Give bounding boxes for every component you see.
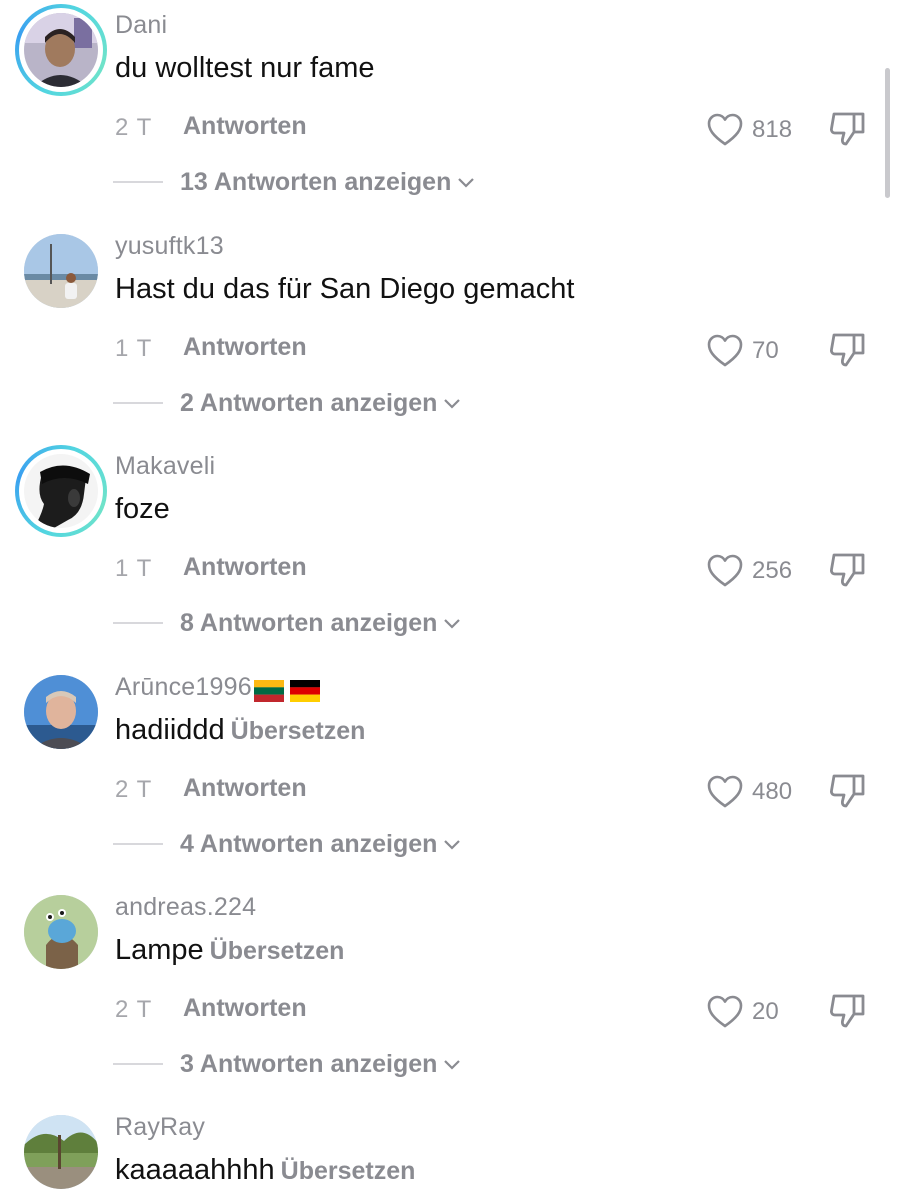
- comment-item: Dani du wolltest nur fame 2 T Antworten …: [0, 0, 898, 220]
- view-replies-label: 3 Antworten anzeigen: [180, 1049, 438, 1078]
- comment-username[interactable]: Arūnce1996: [115, 673, 326, 705]
- scrollbar[interactable]: [885, 68, 890, 198]
- view-replies-label: 8 Antworten anzeigen: [180, 608, 438, 637]
- comment-text: foze: [115, 493, 170, 525]
- comment-item: Makaveli foze 1 T Antworten 256 8 Antwor…: [0, 441, 898, 661]
- view-replies-label: 4 Antworten anzeigen: [180, 829, 438, 858]
- like-count: 818: [752, 116, 793, 143]
- comment-timestamp: 2 T: [115, 114, 153, 141]
- avatar-photo: [24, 895, 98, 969]
- comment-item: yusuftk13 Hast du das für San Diego gema…: [0, 221, 898, 441]
- reply-button[interactable]: Antworten: [183, 333, 307, 362]
- comment-timestamp: 1 T: [115, 335, 153, 362]
- like-button[interactable]: 70: [707, 331, 779, 371]
- avatar[interactable]: [15, 4, 107, 96]
- avatar-photo: [24, 675, 98, 749]
- view-replies-label: 2 Antworten anzeigen: [180, 388, 438, 417]
- heart-outline-icon: [707, 995, 743, 1028]
- comment-item: RayRay kaaaaahhhh Übersetzen: [0, 1102, 898, 1199]
- comment-timestamp: 2 T: [115, 776, 153, 803]
- thumbs-down-icon: [830, 553, 865, 587]
- like-count: 20: [752, 998, 779, 1025]
- comment-text: Lampe Übersetzen: [115, 934, 345, 966]
- thumbs-down-icon: [830, 333, 865, 367]
- avatar-photo: [24, 454, 98, 528]
- germany-flag-icon: [289, 680, 320, 703]
- comment-username[interactable]: Dani: [115, 11, 167, 40]
- chevron-down-icon: [458, 178, 475, 188]
- comment-text: kaaaaahhhh Übersetzen: [115, 1154, 416, 1186]
- like-button[interactable]: 818: [707, 110, 792, 150]
- heart-outline-icon: [707, 554, 743, 587]
- comment-timestamp: 1 T: [115, 555, 153, 582]
- avatar[interactable]: [24, 675, 98, 749]
- view-replies-button[interactable]: 8 Antworten anzeigen: [113, 605, 461, 641]
- like-count: 256: [752, 557, 793, 584]
- dislike-button[interactable]: [828, 329, 868, 371]
- avatar-photo: [24, 234, 98, 308]
- reply-button[interactable]: Antworten: [183, 112, 307, 141]
- heart-outline-icon: [707, 113, 743, 146]
- divider: [113, 622, 163, 624]
- dislike-button[interactable]: [828, 990, 868, 1032]
- like-button[interactable]: 480: [707, 772, 792, 812]
- view-replies-button[interactable]: 4 Antworten anzeigen: [113, 826, 461, 862]
- translate-button[interactable]: Übersetzen: [281, 1157, 416, 1185]
- translate-button[interactable]: Übersetzen: [210, 937, 345, 965]
- thumbs-down-icon: [830, 994, 865, 1028]
- comment-username[interactable]: andreas.224: [115, 893, 256, 922]
- avatar[interactable]: [24, 1115, 98, 1189]
- divider: [113, 1063, 163, 1065]
- avatar[interactable]: [15, 445, 107, 537]
- comment-item: Arūnce1996 hadiiddd Übersetzen 2 T Antwor…: [0, 662, 898, 882]
- reply-button[interactable]: Antworten: [183, 774, 307, 803]
- thumbs-down-icon: [830, 112, 865, 146]
- like-count: 480: [752, 778, 793, 805]
- avatar[interactable]: [24, 234, 98, 308]
- chevron-down-icon: [444, 840, 461, 850]
- comment-item: andreas.224 Lampe Übersetzen 2 T Antworte…: [0, 882, 898, 1102]
- reply-button[interactable]: Antworten: [183, 553, 307, 582]
- like-button[interactable]: 256: [707, 551, 792, 591]
- avatar-photo: [24, 13, 98, 87]
- heart-outline-icon: [707, 775, 743, 808]
- dislike-button[interactable]: [828, 549, 868, 591]
- comment-timestamp: 2 T: [115, 996, 153, 1023]
- thumbs-down-icon: [830, 774, 865, 808]
- divider: [113, 843, 163, 845]
- dislike-button[interactable]: [828, 108, 868, 150]
- divider: [113, 402, 163, 404]
- comment-username[interactable]: yusuftk13: [115, 232, 224, 261]
- avatar[interactable]: [24, 895, 98, 969]
- chevron-down-icon: [444, 619, 461, 629]
- comment-text: Hast du das für San Diego gemacht: [115, 273, 575, 305]
- heart-outline-icon: [707, 334, 743, 367]
- divider: [113, 181, 163, 183]
- dislike-button[interactable]: [828, 770, 868, 812]
- comment-username[interactable]: RayRay: [115, 1113, 205, 1142]
- reply-button[interactable]: Antworten: [183, 994, 307, 1023]
- avatar-photo: [24, 1115, 98, 1189]
- view-replies-button[interactable]: 3 Antworten anzeigen: [113, 1046, 461, 1082]
- chevron-down-icon: [444, 1060, 461, 1070]
- lithuania-flag-icon: [253, 680, 284, 703]
- comment-text: du wolltest nur fame: [115, 52, 375, 84]
- comment-text: hadiiddd Übersetzen: [115, 714, 366, 746]
- view-replies-label: 13 Antworten anzeigen: [180, 167, 452, 196]
- like-button[interactable]: 20: [707, 992, 779, 1032]
- like-count: 70: [752, 337, 779, 364]
- comment-username[interactable]: Makaveli: [115, 452, 215, 481]
- view-replies-button[interactable]: 2 Antworten anzeigen: [113, 385, 461, 421]
- view-replies-button[interactable]: 13 Antworten anzeigen: [113, 164, 475, 200]
- chevron-down-icon: [444, 399, 461, 409]
- translate-button[interactable]: Übersetzen: [231, 717, 366, 745]
